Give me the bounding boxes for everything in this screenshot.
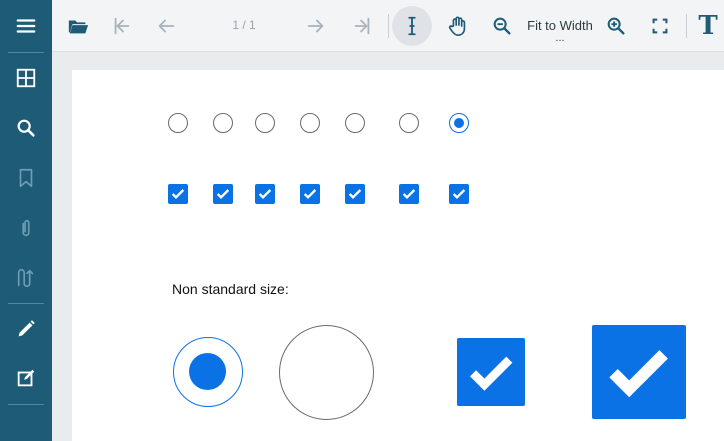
checkmark-icon xyxy=(258,189,272,199)
checkbox-checked[interactable] xyxy=(168,184,188,204)
checkmark-icon xyxy=(452,189,466,199)
checkbox-checked[interactable] xyxy=(300,184,320,204)
radio-button[interactable] xyxy=(168,113,188,133)
radio-button[interactable] xyxy=(255,113,275,133)
radio-button-selected[interactable] xyxy=(449,113,469,133)
radio-dot xyxy=(189,353,226,390)
sidebar-divider xyxy=(8,404,44,405)
edit-form-icon[interactable] xyxy=(0,355,52,401)
attachment-icon[interactable] xyxy=(0,205,52,251)
page-counter[interactable]: 1 / 1 xyxy=(224,18,264,32)
bookmark-icon[interactable] xyxy=(0,155,52,201)
document-viewport[interactable]: Non standard size: xyxy=(52,52,724,441)
checkmark-icon xyxy=(216,189,230,199)
text-select-icon[interactable] xyxy=(392,6,432,46)
left-sidebar xyxy=(0,0,52,441)
toolbar-divider xyxy=(388,14,389,38)
checkmark-icon xyxy=(402,189,416,199)
large-checkbox-checked[interactable] xyxy=(592,325,686,419)
pdf-viewer-app: 1 / 1 Fit to Width ... T Non standard si… xyxy=(0,0,724,441)
previous-page-icon[interactable] xyxy=(146,6,186,46)
open-file-icon[interactable] xyxy=(58,6,98,46)
zoom-out-icon[interactable] xyxy=(482,6,522,46)
checkbox-checked[interactable] xyxy=(399,184,419,204)
checkbox-checked[interactable] xyxy=(449,184,469,204)
toolbar-divider xyxy=(686,14,687,38)
pdf-page: Non standard size: xyxy=(72,70,724,441)
zoom-in-icon[interactable] xyxy=(596,6,636,46)
zoom-mode-select[interactable]: Fit to Width xyxy=(524,18,596,33)
radio-button[interactable] xyxy=(213,113,233,133)
checkmark-icon xyxy=(348,189,362,199)
checkmark-icon xyxy=(303,189,317,199)
zoom-more-indicator: ... xyxy=(555,32,565,44)
menu-icon[interactable] xyxy=(0,3,52,49)
radio-button[interactable] xyxy=(399,113,419,133)
top-toolbar: 1 / 1 Fit to Width ... T xyxy=(52,0,724,52)
checkmark-icon xyxy=(609,350,669,398)
pan-hand-icon[interactable] xyxy=(438,6,478,46)
checkbox-checked[interactable] xyxy=(255,184,275,204)
radio-button[interactable] xyxy=(300,113,320,133)
checkmark-icon xyxy=(171,189,185,199)
large-checkbox-checked[interactable] xyxy=(457,338,525,406)
checkbox-checked[interactable] xyxy=(213,184,233,204)
radio-button[interactable] xyxy=(345,113,365,133)
search-icon[interactable] xyxy=(0,105,52,151)
pencil-icon[interactable] xyxy=(0,306,52,352)
next-page-icon[interactable] xyxy=(296,6,336,46)
first-page-icon[interactable] xyxy=(102,6,142,46)
checkbox-checked[interactable] xyxy=(345,184,365,204)
non-standard-size-label: Non standard size: xyxy=(172,281,289,297)
thumbnails-icon[interactable] xyxy=(0,55,52,101)
large-radio-unselected[interactable] xyxy=(279,325,374,420)
sidebar-divider xyxy=(8,52,44,53)
large-radio-selected[interactable] xyxy=(173,337,243,407)
text-tool-icon[interactable]: T xyxy=(692,6,724,46)
checkmark-icon xyxy=(469,356,513,391)
signature-icon[interactable] xyxy=(0,255,52,301)
fullscreen-icon[interactable] xyxy=(640,6,680,46)
last-page-icon[interactable] xyxy=(342,6,382,46)
sidebar-divider xyxy=(8,303,44,304)
